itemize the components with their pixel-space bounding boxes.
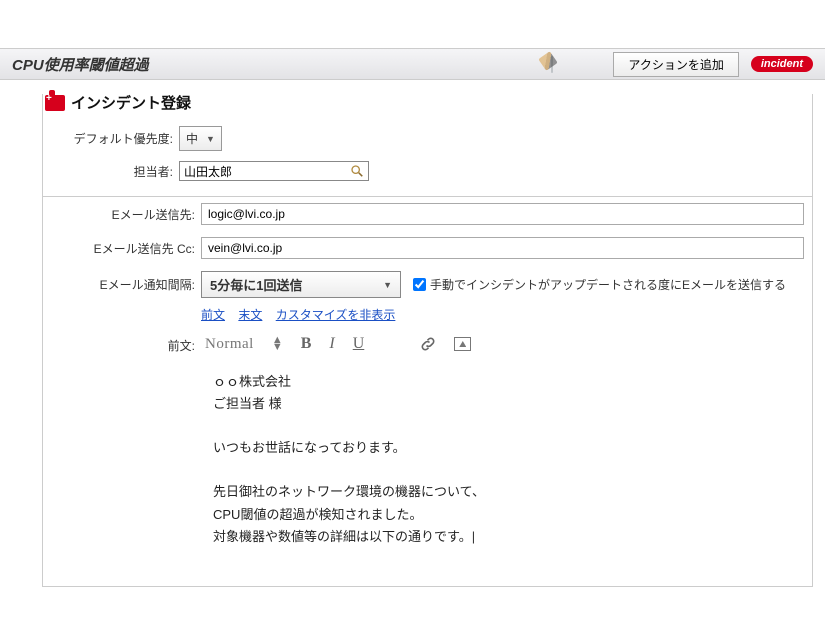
section-title: インシデント登録 xyxy=(71,92,191,113)
editor-line xyxy=(213,459,804,481)
editor-line: 対象機器や数値等の詳細は以下の通りです。 xyxy=(213,526,804,548)
default-priority-value: 中 xyxy=(186,130,198,147)
prefix-editor-label: 前文: xyxy=(51,333,201,354)
edit-page-icon[interactable] xyxy=(551,57,553,72)
prefix-link[interactable]: 前文 xyxy=(201,308,225,322)
editor-toolbar: Normal ▲▼ B I U xyxy=(201,333,475,355)
chevron-down-icon: ▼ xyxy=(206,134,215,144)
page-title: CPU使用率閾値超過 xyxy=(12,54,149,75)
page-header: CPU使用率閾値超過 アクションを追加 incident xyxy=(0,48,825,80)
default-priority-label: デフォルト優先度: xyxy=(59,130,179,147)
manual-update-checkbox-row[interactable]: 手動でインシデントがアップデートされる度にEメールを送信する xyxy=(413,276,786,293)
editor-line: ｏｏ株式会社 xyxy=(213,371,804,393)
link-icon[interactable] xyxy=(420,336,436,352)
suffix-link[interactable]: 末文 xyxy=(238,308,262,322)
italic-button[interactable]: I xyxy=(329,335,334,353)
mail-cc-input[interactable] xyxy=(201,237,804,259)
incident-register-section: インシデント登録 デフォルト優先度: 中 ▼ 担当者: xyxy=(42,94,813,587)
add-action-button[interactable]: アクションを追加 xyxy=(613,52,738,77)
assignee-input[interactable] xyxy=(184,164,334,178)
font-style-select[interactable]: Normal xyxy=(205,336,254,353)
assignee-label: 担当者: xyxy=(59,163,179,180)
default-priority-select[interactable]: 中 ▼ xyxy=(179,126,222,151)
underline-button[interactable]: U xyxy=(353,335,365,353)
chevron-down-icon: ▼ xyxy=(383,280,392,290)
ambulance-icon xyxy=(45,95,65,111)
incident-badge: incident xyxy=(751,56,813,72)
image-icon[interactable] xyxy=(454,337,471,351)
search-icon[interactable] xyxy=(350,164,364,178)
mail-to-label: Eメール送信先: xyxy=(51,206,201,223)
editor-line xyxy=(213,415,804,437)
manual-update-checkbox[interactable] xyxy=(413,278,426,291)
editor-line: CPU閾値の超過が検知されました。 xyxy=(213,504,804,526)
mail-interval-value: 5分毎に1回送信 xyxy=(210,275,302,294)
editor-line: ご担当者 様 xyxy=(213,393,804,415)
font-size-stepper[interactable]: ▲▼ xyxy=(272,337,283,351)
mail-to-input[interactable] xyxy=(201,203,804,225)
editor-body[interactable]: ｏｏ株式会社ご担当者 様 いつもお世話になっております。 先日御社のネットワーク… xyxy=(43,355,812,568)
assignee-field-wrap xyxy=(179,161,369,181)
hide-customize-link[interactable]: カスタマイズを非表示 xyxy=(276,308,396,322)
mail-interval-select[interactable]: 5分毎に1回送信 ▼ xyxy=(201,271,401,298)
text-links: 前文 末文 カスタマイズを非表示 xyxy=(43,306,812,323)
editor-line: 先日御社のネットワーク環境の機器について、 xyxy=(213,481,804,503)
editor-line: いつもお世話になっております。 xyxy=(213,437,804,459)
mail-interval-label: Eメール通知間隔: xyxy=(51,276,201,293)
bold-button[interactable]: B xyxy=(301,335,312,353)
mail-cc-label: Eメール送信先 Cc: xyxy=(51,240,201,257)
manual-update-checkbox-label: 手動でインシデントがアップデートされる度にEメールを送信する xyxy=(430,276,786,293)
